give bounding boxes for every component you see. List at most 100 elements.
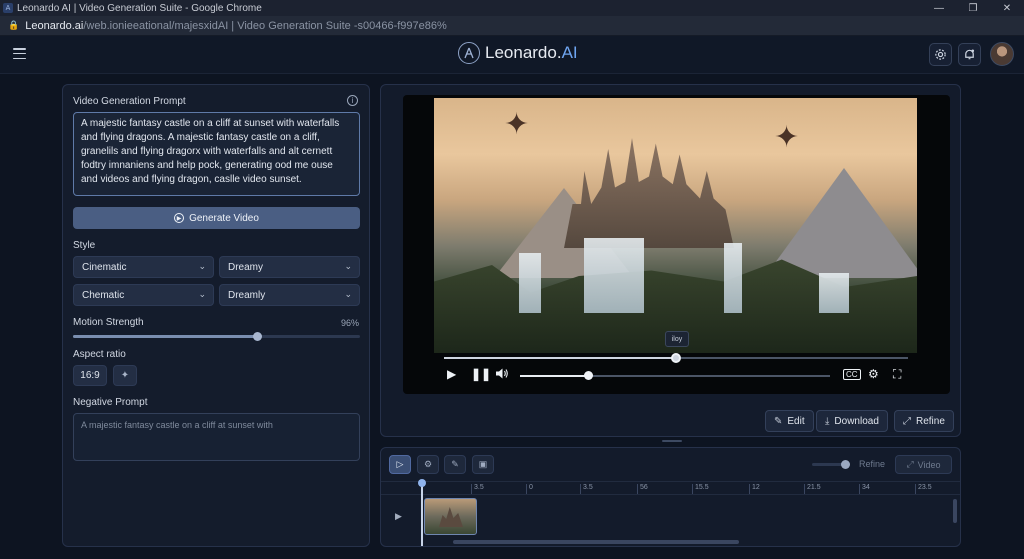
ruler-tick: 0 <box>526 484 533 494</box>
bell-icon <box>965 49 975 60</box>
crop-icon: ▣ <box>478 459 488 469</box>
settings-gear-icon[interactable]: ⚙ <box>868 367 879 381</box>
camera-track-icon: ▶ <box>395 511 402 521</box>
notifications-button[interactable] <box>958 43 981 66</box>
prompt-label: Video Generation Prompt <box>73 96 186 107</box>
download-button[interactable]: ⤓ Download <box>816 410 888 432</box>
app-header: Leonardo.AI <box>0 36 1024 74</box>
video-icon: ⤢ <box>906 459 914 469</box>
timeline-ruler[interactable]: 3.5 0 3.5 56 15.5 12 21.5 34 23.5 <box>381 481 960 495</box>
style-select-2[interactable]: Dreamy ⌄ <box>219 256 360 278</box>
vertical-scrollbar[interactable] <box>953 499 957 523</box>
playhead-handle[interactable] <box>418 479 426 487</box>
play-icon: ▷ <box>396 459 404 469</box>
timeline-zoom-slider[interactable] <box>812 460 850 469</box>
close-icon[interactable]: ✕ <box>990 0 1024 16</box>
refine-button[interactable]: ⤢ Refine <box>894 410 954 432</box>
motion-strength-label: Motion Strength <box>73 317 144 328</box>
gear-icon: ⚙ <box>423 459 433 469</box>
prompt-input[interactable]: A majestic fantasy castle on a cliff at … <box>73 112 360 196</box>
generate-video-label: Generate Video <box>189 212 259 224</box>
chevron-down-icon: ⌄ <box>198 289 206 299</box>
ruler-tick: 12 <box>749 484 760 494</box>
video-progress-handle[interactable] <box>671 353 681 363</box>
aspect-options-button[interactable]: ✦ <box>113 365 137 386</box>
play-icon[interactable]: ▶ <box>447 367 456 381</box>
ruler-tick: 34 <box>859 484 870 494</box>
motion-strength-value: 96% <box>341 318 360 328</box>
dragon-right: ✦ <box>774 121 800 154</box>
captions-icon[interactable]: CC <box>843 369 861 380</box>
edit-icon: ✎ <box>451 459 459 469</box>
timeline-zoom-handle[interactable] <box>841 460 850 469</box>
hamburger-icon[interactable] <box>13 48 26 59</box>
style-select-3[interactable]: Chematic ⌄ <box>73 284 214 306</box>
settings-button[interactable] <box>929 43 952 66</box>
address-bar[interactable]: 🔒 Leonardo.ai /web.ionieeational/majesxi… <box>0 16 1024 36</box>
lock-icon[interactable]: 🔒 <box>8 20 19 31</box>
ruler-tick: 21.5 <box>804 484 821 494</box>
timeline-scrubber[interactable] <box>520 371 830 380</box>
timeline-panel: ▷ ⚙ ✎ ▣ Refine ⤢ Video 3.5 0 3.5 56 15.5 … <box>380 447 961 547</box>
play-tool-button[interactable]: ▷ <box>389 455 411 474</box>
avatar[interactable] <box>990 42 1014 66</box>
style-select-4[interactable]: Dreamly ⌄ <box>219 284 360 306</box>
minimize-icon[interactable]: — <box>922 0 956 16</box>
brand-name: Leonardo.AI <box>485 43 578 62</box>
style-label: Style <box>73 240 96 251</box>
aspect-ratio-label: Aspect ratio <box>73 349 126 360</box>
video-progress-fill <box>444 357 676 359</box>
timeline-clip[interactable] <box>424 498 477 535</box>
refine-icon: ⤢ <box>903 415 911 427</box>
ruler-tick: 23.5 <box>915 484 932 494</box>
url-path: /web.ionieeational/majesxidAI | Video Ge… <box>83 19 447 32</box>
edit-button[interactable]: ✎ Edit <box>765 410 814 432</box>
settings-tool-button[interactable]: ⚙ <box>417 455 439 474</box>
edit-tool-button[interactable]: ✎ <box>444 455 466 474</box>
motion-strength-handle[interactable] <box>252 332 262 341</box>
video-progress-bar[interactable] <box>444 353 908 363</box>
pause-icon[interactable]: ❚❚ <box>471 367 491 381</box>
motion-strength-fill <box>73 335 257 338</box>
timeline-refine-label[interactable]: Refine <box>859 459 885 469</box>
restore-icon[interactable]: ❐ <box>956 0 990 16</box>
chevron-down-icon: ⌄ <box>198 261 206 271</box>
scrubber-fill <box>520 375 589 377</box>
chevron-down-icon: ⌄ <box>344 261 352 271</box>
ruler-tick: 15.5 <box>692 484 709 494</box>
brand-logo[interactable]: Leonardo.AI <box>458 42 578 64</box>
crop-tool-button[interactable]: ▣ <box>472 455 494 474</box>
video-frame: ✦ ✦ <box>434 98 917 353</box>
ruler-tick: 3.5 <box>580 484 593 494</box>
motion-strength-slider[interactable] <box>73 332 360 341</box>
negative-prompt-label: Negative Prompt <box>73 397 148 408</box>
generate-video-button[interactable]: ▶ Generate Video <box>73 207 360 229</box>
video-player[interactable]: ✦ ✦ iloy ▶ ❚❚ CC ⚙ ⛶ <box>403 95 950 394</box>
download-icon: ⤓ <box>825 415 830 427</box>
resize-grip[interactable] <box>662 440 682 442</box>
volume-icon[interactable] <box>495 367 509 383</box>
ruler-tick: 3.5 <box>471 484 484 494</box>
playhead-line <box>421 483 423 546</box>
play-circle-icon: ▶ <box>174 213 185 223</box>
aspect-ratio-button[interactable]: 16:9 <box>73 365 107 386</box>
leonardo-logo-icon <box>458 42 480 64</box>
generation-panel: Video Generation Prompt i A majestic fan… <box>62 84 370 547</box>
info-icon[interactable]: i <box>347 95 358 106</box>
scrubber-handle[interactable] <box>584 371 594 380</box>
chevron-down-icon: ⌄ <box>344 289 352 299</box>
leonardo-tab-icon: A <box>3 3 13 13</box>
ruler-tick: 56 <box>637 484 648 494</box>
window-title: Leonardo AI | Video Generation Suite - G… <box>17 2 262 14</box>
browser-title-bar: A Leonardo AI | Video Generation Suite -… <box>0 0 1024 16</box>
fullscreen-icon[interactable]: ⛶ <box>893 367 901 382</box>
style-select-1[interactable]: Cinematic ⌄ <box>73 256 214 278</box>
video-track-button[interactable]: ⤢ Video <box>895 455 952 474</box>
url-host: Leonardo.ai <box>25 19 84 32</box>
negative-prompt-input[interactable]: A majestic fantasy castle on a cliff at … <box>73 413 360 461</box>
scrubber-tooltip: iloy <box>665 331 689 347</box>
dragon-left: ✦ <box>504 108 530 141</box>
horizontal-scrollbar[interactable] <box>453 540 739 544</box>
sparkle-icon: ✦ <box>120 370 130 381</box>
preview-panel: ✦ ✦ iloy ▶ ❚❚ CC ⚙ ⛶ ✎ Edit ⤓ Download ⤢ Re… <box>380 84 961 437</box>
